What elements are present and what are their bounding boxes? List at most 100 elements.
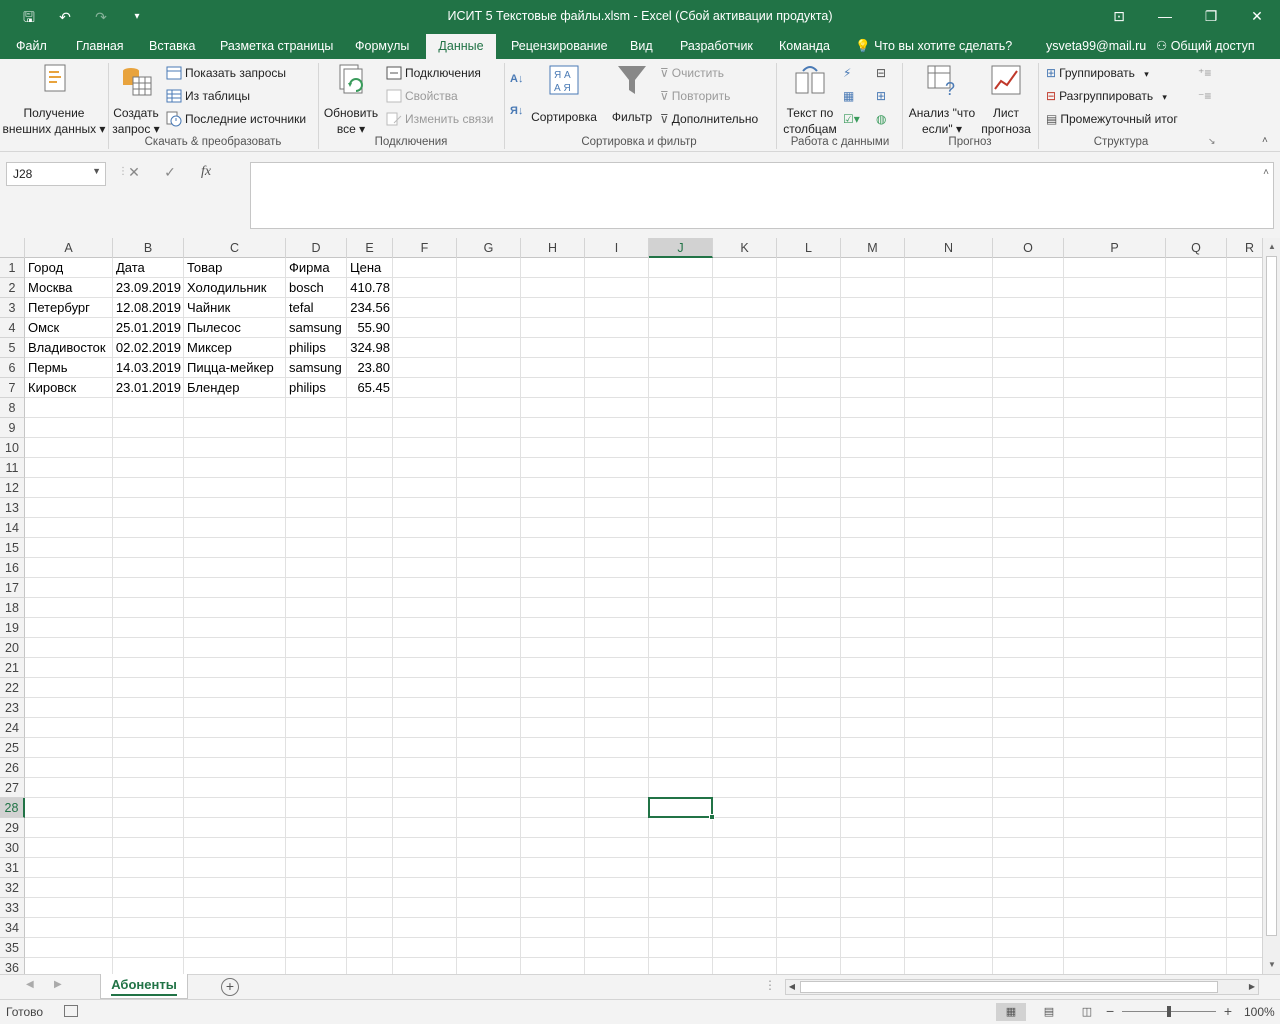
column-header-c[interactable]: C — [184, 238, 286, 258]
table-cell[interactable]: Пылесос — [184, 318, 241, 338]
table-cell[interactable]: 25.01.2019 — [113, 318, 184, 338]
expand-formula-bar-icon[interactable]: ˄ — [1263, 167, 1269, 178]
table-cell[interactable]: 55.90 — [347, 318, 393, 338]
row-header[interactable]: 20 — [0, 638, 25, 658]
table-cell[interactable]: philips — [286, 338, 326, 358]
row-header[interactable]: 18 — [0, 598, 25, 618]
vertical-scroll-thumb[interactable] — [1266, 256, 1277, 936]
remove-duplicates-icon[interactable]: ▦ — [843, 86, 854, 106]
fill-handle[interactable] — [709, 814, 715, 820]
formula-input[interactable]: ˄ — [250, 162, 1274, 229]
group-button[interactable]: ⊞ Группировать ▾ — [1046, 63, 1149, 83]
column-header-l[interactable]: L — [777, 238, 841, 258]
connections-button[interactable]: Подключения — [386, 63, 481, 83]
row-header[interactable]: 28 — [0, 798, 25, 818]
column-header-e[interactable]: E — [347, 238, 393, 258]
cancel-icon[interactable]: ✕ — [116, 164, 152, 181]
scroll-left-icon[interactable]: ◀ — [786, 980, 798, 994]
recent-sources-button[interactable]: Последние источники — [166, 109, 306, 129]
row-header[interactable]: 17 — [0, 578, 25, 598]
data-validation-icon[interactable]: ☑▾ — [843, 109, 860, 129]
column-header-m[interactable]: M — [841, 238, 905, 258]
horizontal-scrollbar[interactable]: ◀ ▶ — [785, 979, 1259, 995]
tab-view[interactable]: Вид — [622, 34, 661, 59]
close-icon[interactable]: ✕ — [1234, 0, 1280, 32]
row-header[interactable]: 24 — [0, 718, 25, 738]
scroll-right-icon[interactable]: ▶ — [1246, 980, 1258, 994]
header-cell[interactable]: Дата — [113, 258, 145, 278]
tab-page-layout[interactable]: Разметка страницы — [212, 34, 341, 59]
table-cell[interactable]: bosch — [286, 278, 324, 298]
table-cell[interactable]: Владивосток — [25, 338, 106, 358]
row-header[interactable]: 16 — [0, 558, 25, 578]
table-cell[interactable]: Омск — [25, 318, 59, 338]
zoom-out-icon[interactable]: − — [1106, 1003, 1114, 1019]
column-header-f[interactable]: F — [393, 238, 457, 258]
tab-file[interactable]: Файл — [8, 34, 55, 59]
tab-data[interactable]: Данные — [426, 34, 496, 59]
table-cell[interactable]: Чайник — [184, 298, 230, 318]
table-cell[interactable]: 234.56 — [347, 298, 393, 318]
scroll-up-icon[interactable]: ▲ — [1265, 240, 1279, 254]
reapply-button[interactable]: ⊽ Повторить — [660, 86, 730, 106]
zoom-slider[interactable]: − + — [1106, 1003, 1232, 1021]
column-header-i[interactable]: I — [585, 238, 649, 258]
cell-area[interactable]: Город Дата Товар Фирма Цена Москва 23.09.2019 Х… — [25, 258, 1262, 974]
table-cell[interactable]: 02.02.2019 — [113, 338, 184, 358]
column-header-o[interactable]: O — [993, 238, 1064, 258]
show-detail-icon[interactable]: ⁺≡ — [1198, 63, 1211, 83]
column-header-q[interactable]: Q — [1166, 238, 1227, 258]
row-header[interactable]: 19 — [0, 618, 25, 638]
row-header[interactable]: 30 — [0, 838, 25, 858]
tell-me-search[interactable]: 💡 Что вы хотите сделать? — [855, 34, 1012, 59]
table-cell[interactable]: tefal — [286, 298, 314, 318]
prev-sheet-icon[interactable]: ◀ — [26, 979, 34, 990]
row-header[interactable]: 1 — [0, 258, 25, 278]
row-header[interactable]: 4 — [0, 318, 25, 338]
row-header[interactable]: 7 — [0, 378, 25, 398]
new-query-button[interactable]: Создать запрос ▾ — [110, 63, 162, 137]
show-queries-button[interactable]: Показать запросы — [166, 63, 286, 83]
table-cell[interactable]: Пицца-мейкер — [184, 358, 274, 378]
row-header[interactable]: 25 — [0, 738, 25, 758]
horizontal-scroll-thumb[interactable] — [800, 981, 1218, 993]
table-cell[interactable]: samsung — [286, 358, 342, 378]
header-cell[interactable]: Цена — [347, 258, 381, 278]
zoom-level[interactable]: 100% — [1244, 1005, 1275, 1019]
row-header[interactable]: 21 — [0, 658, 25, 678]
page-layout-view-icon[interactable]: ▤ — [1034, 1003, 1064, 1021]
clear-filter-button[interactable]: ⊽ Очистить — [660, 63, 724, 83]
table-cell[interactable]: 23.80 — [347, 358, 393, 378]
tab-insert[interactable]: Вставка — [141, 34, 203, 59]
table-cell[interactable]: philips — [286, 378, 326, 398]
tab-developer[interactable]: Разработчик — [672, 34, 761, 59]
column-header-d[interactable]: D — [286, 238, 347, 258]
row-header[interactable]: 13 — [0, 498, 25, 518]
column-header-a[interactable]: A — [25, 238, 113, 258]
row-header[interactable]: 34 — [0, 918, 25, 938]
column-header-p[interactable]: P — [1064, 238, 1166, 258]
ribbon-display-options-icon[interactable]: ⊡ — [1096, 0, 1142, 32]
table-cell[interactable]: 410.78 — [347, 278, 393, 298]
table-cell[interactable]: samsung — [286, 318, 342, 338]
subtotal-button[interactable]: ▤ Промежуточный итог — [1046, 109, 1178, 129]
advanced-filter-button[interactable]: ⊽ Дополнительно — [660, 109, 758, 129]
table-cell[interactable]: Холодильник — [184, 278, 266, 298]
sort-ascending-icon[interactable]: A↓ — [510, 69, 523, 89]
column-header-j[interactable]: J — [649, 238, 713, 258]
row-header[interactable]: 23 — [0, 698, 25, 718]
scroll-down-icon[interactable]: ▼ — [1265, 958, 1279, 972]
properties-button[interactable]: Свойства — [386, 86, 458, 106]
row-header[interactable]: 26 — [0, 758, 25, 778]
active-cell[interactable] — [648, 797, 715, 820]
row-header[interactable]: 5 — [0, 338, 25, 358]
row-header[interactable]: 15 — [0, 538, 25, 558]
sheet-tab-abonenty[interactable]: Абоненты — [100, 974, 188, 999]
flash-fill-icon[interactable]: ⚡ — [843, 63, 851, 83]
hide-detail-icon[interactable]: ⁻≡ — [1198, 86, 1211, 106]
data-model-icon[interactable]: ◍ — [876, 109, 886, 129]
relationships-icon[interactable]: ⊞ — [876, 86, 886, 106]
minimize-icon[interactable]: — — [1142, 0, 1188, 32]
name-box[interactable]: J28 ▼ — [6, 162, 106, 186]
consolidate-icon[interactable]: ⊟ — [876, 63, 886, 83]
